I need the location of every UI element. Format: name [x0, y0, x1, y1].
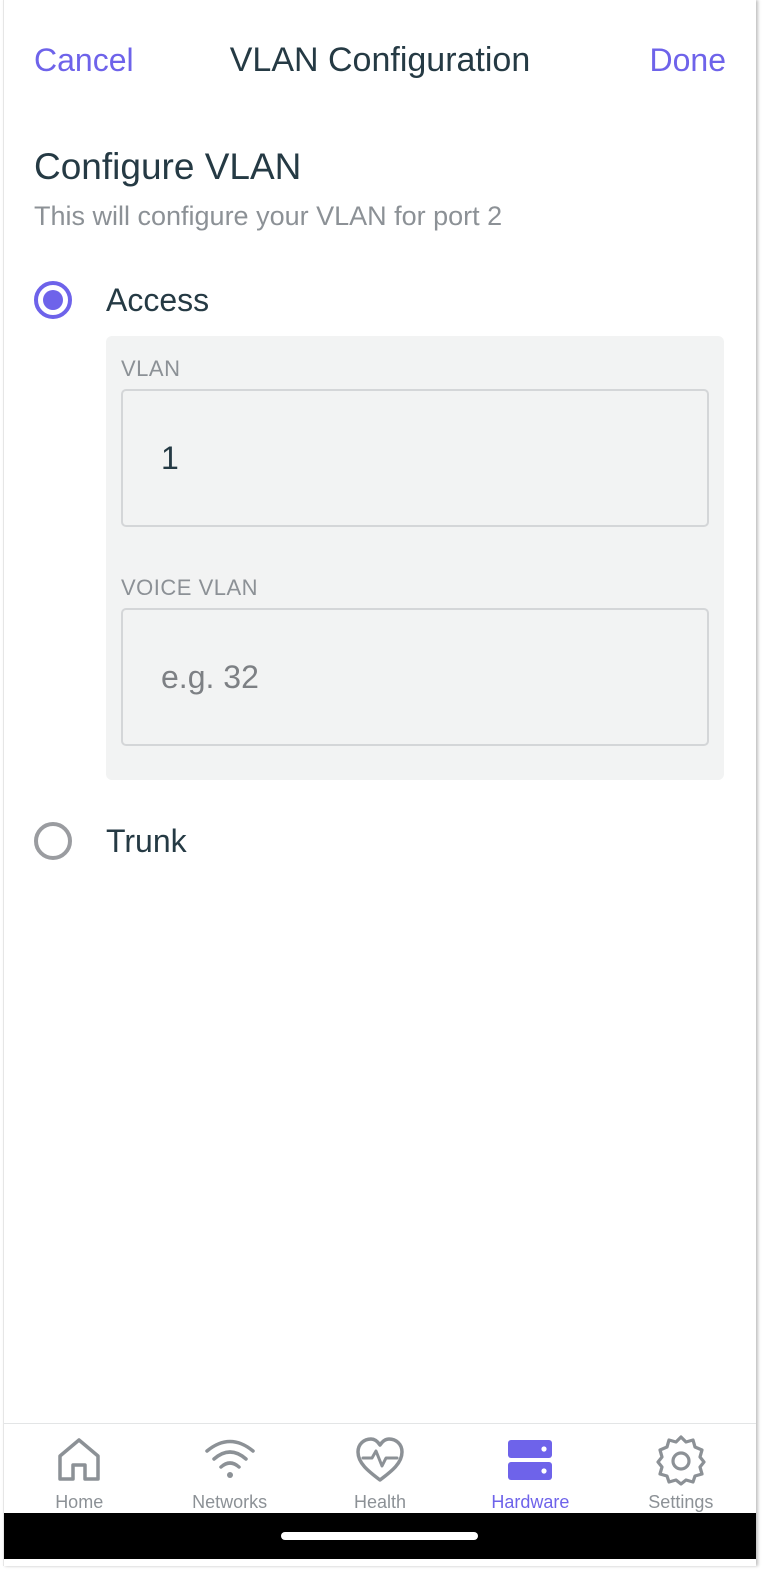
vlan-label: VLAN [121, 356, 181, 381]
access-settings-panel: VLAN VOICE VLAN [106, 336, 724, 780]
gear-icon [656, 1435, 706, 1486]
home-bar [4, 1513, 756, 1559]
trunk-radio[interactable] [34, 822, 72, 860]
wifi-icon [204, 1439, 255, 1478]
section-subtitle: This will configure your VLAN for port 2 [34, 201, 503, 231]
tab-health-label: Health [354, 1492, 407, 1512]
tab-hardware[interactable]: Hardware [455, 1424, 605, 1514]
tab-home[interactable]: Home [4, 1424, 154, 1514]
screen: VLAN Configuration Cancel Done Configure… [3, 0, 756, 1566]
tab-health[interactable]: Health [305, 1424, 455, 1514]
tab-networks-label: Networks [192, 1492, 268, 1512]
section-title: Configure VLAN [34, 146, 302, 187]
voice-vlan-label: VOICE VLAN [121, 575, 259, 600]
vlan-field-box [121, 389, 709, 527]
home-icon [58, 1438, 100, 1481]
tab-hardware-label: Hardware [491, 1492, 570, 1512]
server-icon [508, 1440, 553, 1480]
voice-vlan-field-box [121, 608, 709, 746]
cancel-button[interactable]: Cancel [34, 38, 134, 82]
access-option[interactable]: Access [34, 278, 209, 322]
tab-settings[interactable]: Settings [606, 1424, 756, 1514]
access-radio[interactable] [34, 281, 72, 319]
voice-vlan-input[interactable] [123, 610, 707, 744]
home-indicator[interactable] [281, 1532, 478, 1540]
trunk-option[interactable]: Trunk [34, 819, 187, 863]
tab-bar: Home Networks Health Hardware Settings [4, 1423, 756, 1514]
heart-pulse-icon [356, 1437, 404, 1482]
tab-settings-label: Settings [648, 1492, 714, 1512]
done-button[interactable]: Done [650, 38, 727, 82]
tab-home-label: Home [55, 1492, 104, 1512]
trunk-label: Trunk [106, 822, 187, 859]
access-label: Access [106, 281, 210, 318]
tab-networks[interactable]: Networks [154, 1424, 304, 1514]
vlan-input[interactable] [123, 391, 707, 525]
